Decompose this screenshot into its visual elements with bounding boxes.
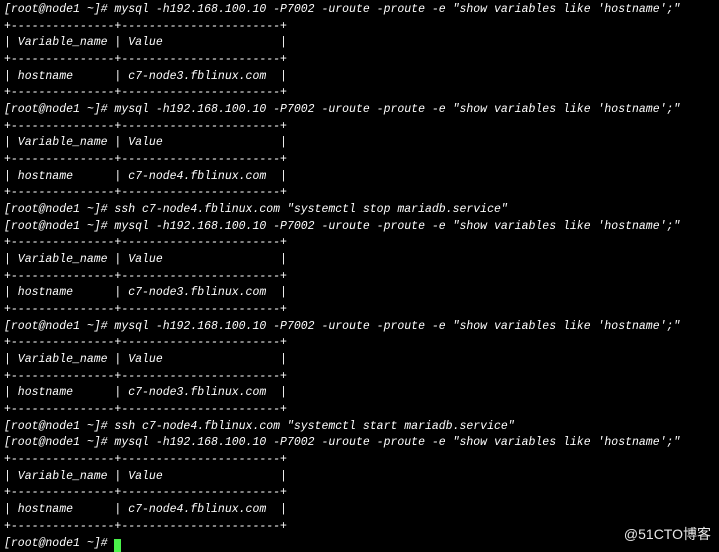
table-header: | Variable_name | Value | [4, 469, 715, 486]
table-border: +---------------+-----------------------… [4, 185, 715, 202]
prompt: [root@node1 ~]# [4, 203, 114, 216]
table-row: | hostname | c7-node4.fblinux.com | [4, 169, 715, 186]
table-border: +---------------+-----------------------… [4, 235, 715, 252]
command-line: [root@node1 ~]# mysql -h192.168.100.10 -… [4, 2, 715, 19]
terminal-output: [root@node1 ~]# mysql -h192.168.100.10 -… [4, 2, 715, 552]
cursor-icon [114, 539, 121, 552]
table-border: +---------------+-----------------------… [4, 402, 715, 419]
command-text: mysql -h192.168.100.10 -P7002 -uroute -p… [114, 220, 680, 233]
table-row: | hostname | c7-node3.fblinux.com | [4, 385, 715, 402]
prompt: [root@node1 ~]# [4, 103, 114, 116]
table-border: +---------------+-----------------------… [4, 369, 715, 386]
prompt: [root@node1 ~]# [4, 420, 114, 433]
command-text: mysql -h192.168.100.10 -P7002 -uroute -p… [114, 320, 680, 333]
table-row: | hostname | c7-node4.fblinux.com | [4, 502, 715, 519]
prompt: [root@node1 ~]# [4, 537, 114, 550]
watermark-text: @51CTO博客 [624, 524, 711, 544]
table-border: +---------------+-----------------------… [4, 452, 715, 469]
table-row: | hostname | c7-node3.fblinux.com | [4, 69, 715, 86]
command-text: ssh c7-node4.fblinux.com "systemctl stop… [114, 203, 507, 216]
command-line: [root@node1 ~]# mysql -h192.168.100.10 -… [4, 319, 715, 336]
table-border: +---------------+-----------------------… [4, 52, 715, 69]
command-line: [root@node1 ~]# mysql -h192.168.100.10 -… [4, 102, 715, 119]
table-border: +---------------+-----------------------… [4, 335, 715, 352]
prompt: [root@node1 ~]# [4, 220, 114, 233]
table-header: | Variable_name | Value | [4, 35, 715, 52]
table-header: | Variable_name | Value | [4, 135, 715, 152]
table-border: +---------------+-----------------------… [4, 485, 715, 502]
table-border: +---------------+-----------------------… [4, 269, 715, 286]
command-text: mysql -h192.168.100.10 -P7002 -uroute -p… [114, 436, 680, 449]
command-line: [root@node1 ~]# ssh c7-node4.fblinux.com… [4, 419, 715, 436]
prompt: [root@node1 ~]# [4, 436, 114, 449]
command-line: [root@node1 ~]# mysql -h192.168.100.10 -… [4, 435, 715, 452]
command-line: [root@node1 ~]# ssh c7-node4.fblinux.com… [4, 202, 715, 219]
command-text: ssh c7-node4.fblinux.com "systemctl star… [114, 420, 514, 433]
table-border: +---------------+-----------------------… [4, 519, 715, 536]
table-border: +---------------+-----------------------… [4, 85, 715, 102]
prompt: [root@node1 ~]# [4, 320, 114, 333]
table-border: +---------------+-----------------------… [4, 19, 715, 36]
prompt: [root@node1 ~]# [4, 3, 114, 16]
command-text: mysql -h192.168.100.10 -P7002 -uroute -p… [114, 103, 680, 116]
table-border: +---------------+-----------------------… [4, 302, 715, 319]
table-header: | Variable_name | Value | [4, 252, 715, 269]
table-border: +---------------+-----------------------… [4, 152, 715, 169]
table-row: | hostname | c7-node3.fblinux.com | [4, 285, 715, 302]
table-header: | Variable_name | Value | [4, 352, 715, 369]
command-text: mysql -h192.168.100.10 -P7002 -uroute -p… [114, 3, 680, 16]
command-line: [root@node1 ~]# mysql -h192.168.100.10 -… [4, 219, 715, 236]
table-border: +---------------+-----------------------… [4, 119, 715, 136]
